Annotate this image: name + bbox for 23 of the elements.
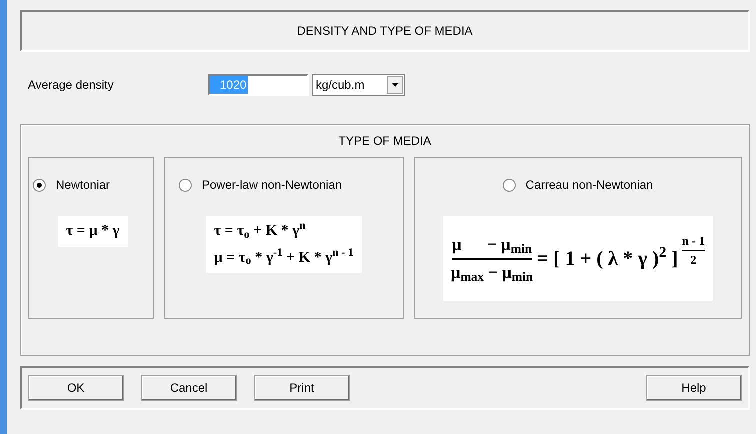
field-label: Average density (28, 77, 115, 94)
radio-button[interactable] (179, 178, 192, 192)
formula-right-side: = [ 1 + ( λ * γ )$^{2}$ ] (537, 244, 678, 272)
formula-denominator: μ$_{max}$ − μ$_{min}$ (451, 262, 534, 285)
help-button[interactable]: Help (646, 375, 742, 401)
dialog-button[interactable]: OK (28, 375, 124, 401)
radio-button[interactable] (502, 178, 516, 192)
dialog-button[interactable]: Cancel (141, 375, 237, 401)
dialog-button[interactable]: Print (254, 375, 350, 401)
option-label: Power-law non-Newtonian (202, 177, 342, 194)
exponent-denominator: 2 (690, 252, 697, 269)
formula-line: μ = τ$_{o}$ * γ$^{-1}$ + K * γ$^{n - 1}$ (214, 246, 354, 269)
exponent-numerator: n - 1 (682, 232, 705, 251)
unit-dropdown[interactable]: kg/cub.m (312, 74, 405, 96)
formula-line: τ = μ * γ (66, 222, 120, 241)
option-label: Carreau non-Newtonian (526, 177, 654, 194)
radio-button[interactable] (33, 178, 46, 192)
group-title: TYPE OF MEDIA (338, 133, 432, 150)
option-label: Newtoniar (56, 177, 110, 194)
field-value: 1020 (210, 76, 248, 94)
formula-numerator: μ − μ$_{min}$ (452, 232, 532, 260)
formula-line: τ = τ$_{o}$ + K * γ$^{n}$ (214, 220, 307, 242)
dialog-title: DENSITY AND TYPE OF MEDIA (297, 23, 473, 40)
